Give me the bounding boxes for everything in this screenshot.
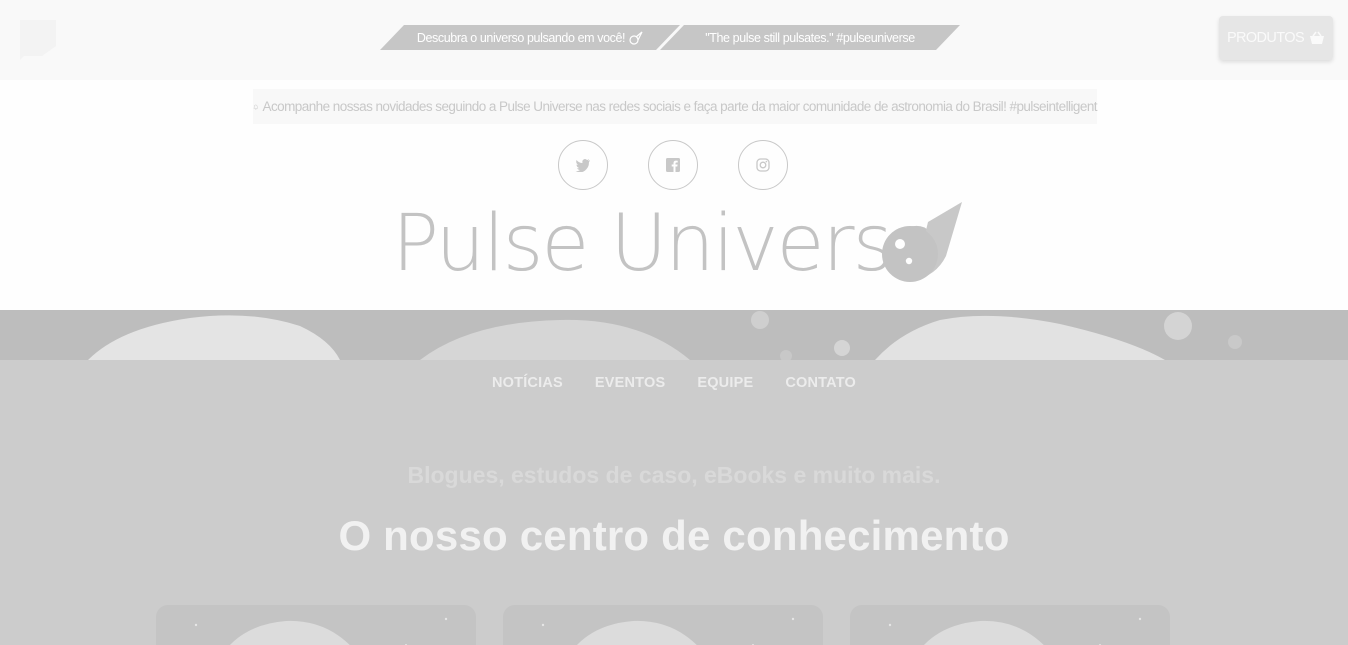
asteroid-image <box>88 311 1242 360</box>
notice-text: Acompanhe nossas novidades seguindo a Pu… <box>262 99 1098 114</box>
promo-ribbon-2-text: "The pulse still pulsates." #pulseuniver… <box>705 30 915 45</box>
facebook-link[interactable] <box>648 140 698 190</box>
nav-contato[interactable]: CONTATO <box>785 370 856 396</box>
nav-eventos[interactable]: EVENTOS <box>595 370 665 396</box>
comet-icon <box>882 202 962 282</box>
promo-ribbon-1-text: Descubra o universo pulsando em você! <box>416 30 626 45</box>
instagram-icon <box>756 158 770 172</box>
comet-icon <box>629 31 643 45</box>
asteroid-banner <box>0 310 1348 360</box>
card-image <box>194 617 448 645</box>
products-button-label: PRODUTOS <box>1226 30 1305 46</box>
promo-ribbon-2: "The pulse still pulsates." #pulseuniver… <box>660 25 960 50</box>
nav-equipe[interactable]: EQUIPE <box>697 370 753 396</box>
bell-icon <box>253 104 259 110</box>
brand-name: Pulse Universe <box>392 199 939 289</box>
logo-icon[interactable] <box>16 16 56 64</box>
card-image <box>888 617 1142 645</box>
site-header: Descubra o universo pulsando em você! "T… <box>0 0 1348 310</box>
instagram-link[interactable] <box>738 140 788 190</box>
main-nav: NOTÍCIAS EVENTOS EQUIPE CONTATO <box>0 370 1348 396</box>
facebook-icon <box>666 158 680 172</box>
nav-noticias[interactable]: NOTÍCIAS <box>492 370 563 396</box>
article-card[interactable] <box>850 605 1170 645</box>
twitter-icon <box>575 159 590 172</box>
products-button[interactable]: PRODUTOS <box>1219 16 1333 60</box>
notice-bar: Acompanhe nossas novidades seguindo a Pu… <box>253 89 1098 124</box>
card-image <box>541 617 795 645</box>
article-card[interactable] <box>156 605 476 645</box>
basket-icon <box>1310 31 1325 44</box>
twitter-link[interactable] <box>558 140 608 190</box>
promo-ribbon-1: Descubra o universo pulsando em você! <box>380 25 680 50</box>
hero-title: O nosso centro de conhecimento <box>338 512 1010 559</box>
article-card[interactable] <box>503 605 823 645</box>
hero-subtitle: Blogues, estudos de caso, eBooks e muito… <box>407 462 941 488</box>
